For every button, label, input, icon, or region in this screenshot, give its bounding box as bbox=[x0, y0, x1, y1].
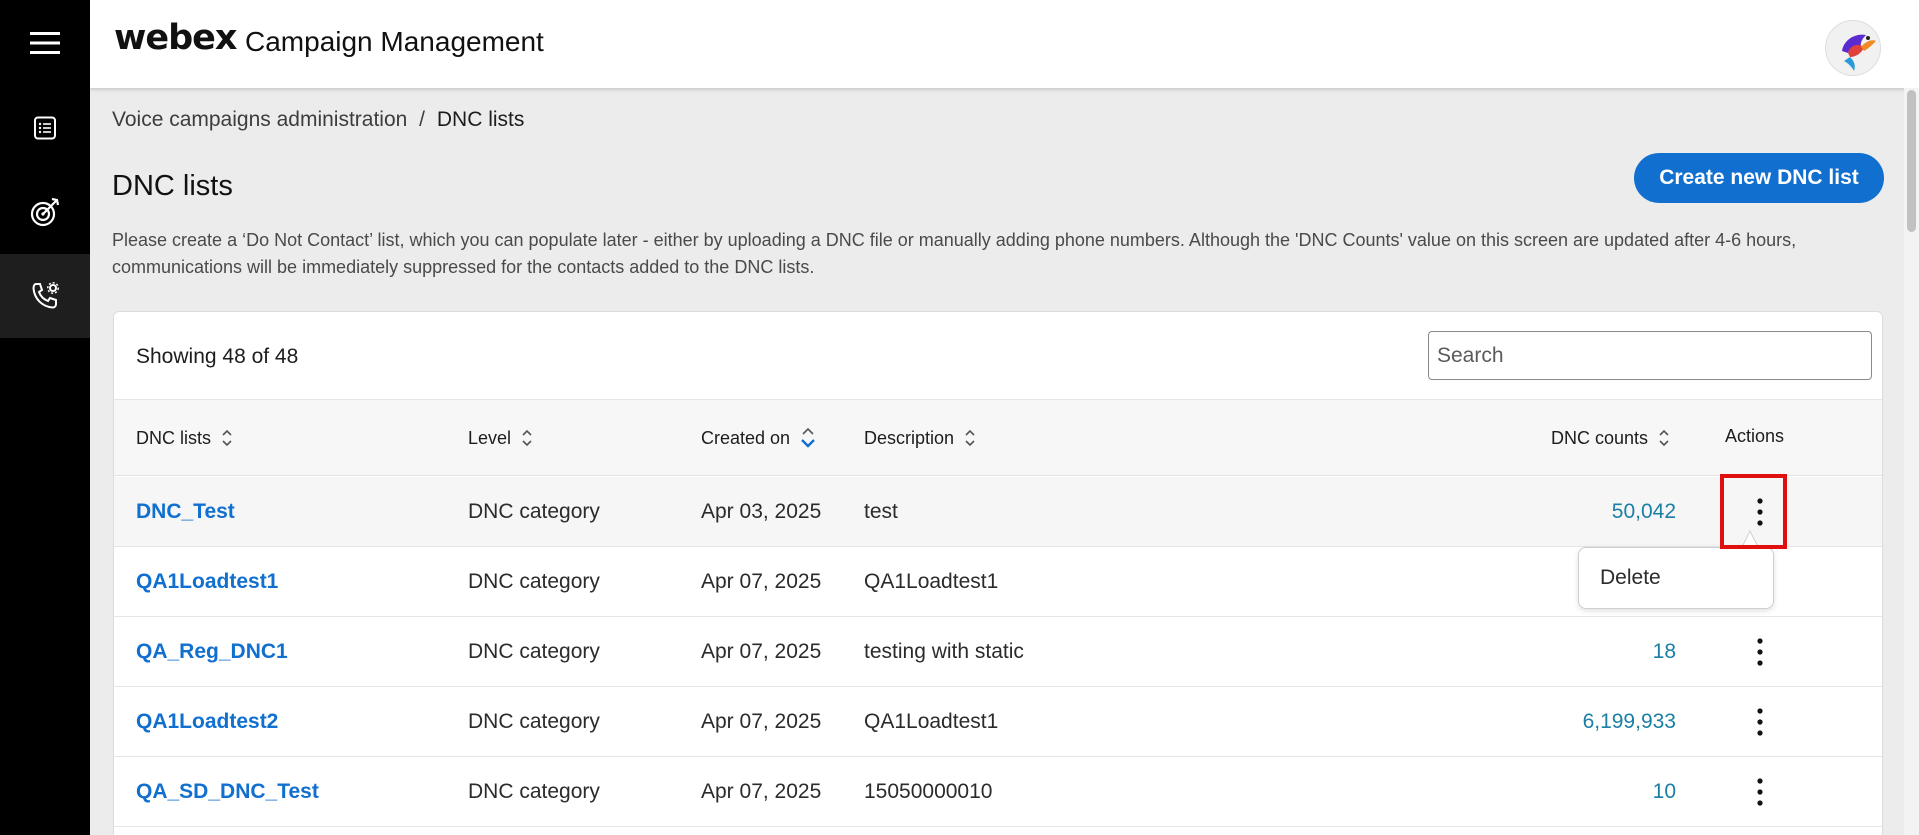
column-header-label: DNC counts bbox=[1551, 427, 1649, 448]
column-header-created-on[interactable]: Created on bbox=[701, 400, 816, 476]
column-header-dnc-lists[interactable]: DNC lists bbox=[136, 400, 233, 476]
webex-logo: webex bbox=[114, 18, 237, 58]
column-header-label: Description bbox=[864, 427, 955, 448]
sort-icon[interactable] bbox=[1658, 428, 1670, 448]
dnc-list-name-link[interactable]: QA_Reg_DNC1 bbox=[136, 617, 288, 687]
table-header: DNC lists Level Created on Description D… bbox=[114, 400, 1882, 476]
created-on-cell: Apr 03, 2025 bbox=[701, 500, 822, 523]
level-cell: DNC category bbox=[468, 570, 600, 593]
description-cell: test bbox=[864, 500, 898, 523]
hamburger-menu-icon[interactable] bbox=[0, 0, 90, 86]
create-dnc-list-button[interactable]: Create new DNC list bbox=[1634, 153, 1884, 203]
scrollbar-thumb[interactable] bbox=[1907, 90, 1916, 232]
dnc-count-cell[interactable]: 50,042 bbox=[1494, 477, 1676, 547]
top-header: webex Campaign Management bbox=[90, 0, 1919, 88]
target-icon[interactable] bbox=[0, 170, 90, 254]
page-scrollbar[interactable] bbox=[1904, 88, 1919, 835]
column-header-label: DNC lists bbox=[136, 427, 211, 448]
description-cell: QA1Loadtest1 bbox=[864, 570, 999, 593]
sidebar bbox=[0, 0, 90, 835]
row-actions-menu: Delete bbox=[1578, 547, 1774, 609]
app-title: Campaign Management bbox=[245, 26, 544, 57]
page-description: Please create a ‘Do Not Contact’ list, w… bbox=[112, 230, 1797, 277]
showing-count: Showing 48 of 48 bbox=[136, 345, 299, 368]
breadcrumb-separator: / bbox=[419, 108, 426, 131]
sort-icon[interactable] bbox=[221, 428, 233, 448]
dnc-count-cell[interactable]: 18 bbox=[1494, 617, 1676, 687]
column-header-label: Actions bbox=[1725, 425, 1785, 446]
user-avatar[interactable] bbox=[1825, 20, 1881, 76]
created-on-cell: Apr 07, 2025 bbox=[701, 640, 822, 663]
sort-icon[interactable] bbox=[964, 428, 976, 448]
table-row: DNC_Test DNC category Apr 03, 2025 test … bbox=[114, 477, 1882, 547]
created-on-cell: Apr 07, 2025 bbox=[701, 780, 822, 803]
column-header-level[interactable]: Level bbox=[468, 400, 533, 476]
sort-descending-icon[interactable] bbox=[800, 425, 816, 451]
created-on-cell: Apr 07, 2025 bbox=[701, 710, 822, 733]
more-actions-icon[interactable] bbox=[1740, 687, 1780, 757]
level-cell: DNC category bbox=[468, 710, 600, 733]
sort-icon[interactable] bbox=[521, 428, 533, 448]
column-header-actions: Actions bbox=[1725, 398, 1784, 474]
level-cell: DNC category bbox=[468, 500, 600, 523]
table-row: QA_Reg_DNC1 DNC category Apr 07, 2025 te… bbox=[114, 617, 1882, 687]
dnc-list-name-link[interactable]: QA1Loadtest2 bbox=[136, 687, 278, 757]
dnc-count-cell[interactable]: 10 bbox=[1494, 757, 1676, 827]
description-cell: testing with static bbox=[864, 640, 1024, 663]
more-actions-icon[interactable] bbox=[1740, 757, 1780, 827]
created-on-cell: Apr 07, 2025 bbox=[701, 570, 822, 593]
highlight-box bbox=[1720, 474, 1787, 549]
table-row: QA1Loadtest2 DNC category Apr 07, 2025 Q… bbox=[114, 687, 1882, 757]
description-cell: 15050000010 bbox=[864, 780, 993, 803]
column-header-label: Created on bbox=[701, 427, 791, 448]
level-cell: DNC category bbox=[468, 780, 600, 803]
list-icon[interactable] bbox=[0, 86, 90, 170]
breadcrumb: Voice campaigns administration / DNC lis… bbox=[112, 108, 524, 132]
description-cell: QA1Loadtest1 bbox=[864, 710, 999, 733]
dnc-list-name-link[interactable]: DNC_Test bbox=[136, 477, 235, 547]
dnc-count-cell[interactable]: 6,199,933 bbox=[1494, 687, 1676, 757]
dnc-list-name-link[interactable]: QA_SD_DNC_Test bbox=[136, 757, 319, 827]
column-header-dnc-counts[interactable]: DNC counts bbox=[1551, 400, 1670, 476]
table-row: QA_SD_DNC_Test DNC category Apr 07, 2025… bbox=[114, 757, 1882, 827]
column-header-description[interactable]: Description bbox=[864, 400, 976, 476]
breadcrumb-parent[interactable]: Voice campaigns administration bbox=[112, 108, 407, 131]
search-input[interactable] bbox=[1428, 331, 1872, 380]
breadcrumb-current: DNC lists bbox=[436, 108, 525, 131]
dnc-list-name-link[interactable]: QA1Loadtest1 bbox=[136, 547, 278, 617]
more-actions-icon[interactable] bbox=[1740, 617, 1780, 687]
phone-settings-icon[interactable] bbox=[0, 254, 90, 338]
delete-menu-item[interactable]: Delete bbox=[1600, 566, 1661, 590]
page-title: DNC lists bbox=[112, 170, 233, 202]
level-cell: DNC category bbox=[468, 640, 600, 663]
column-header-label: Level bbox=[468, 427, 512, 448]
